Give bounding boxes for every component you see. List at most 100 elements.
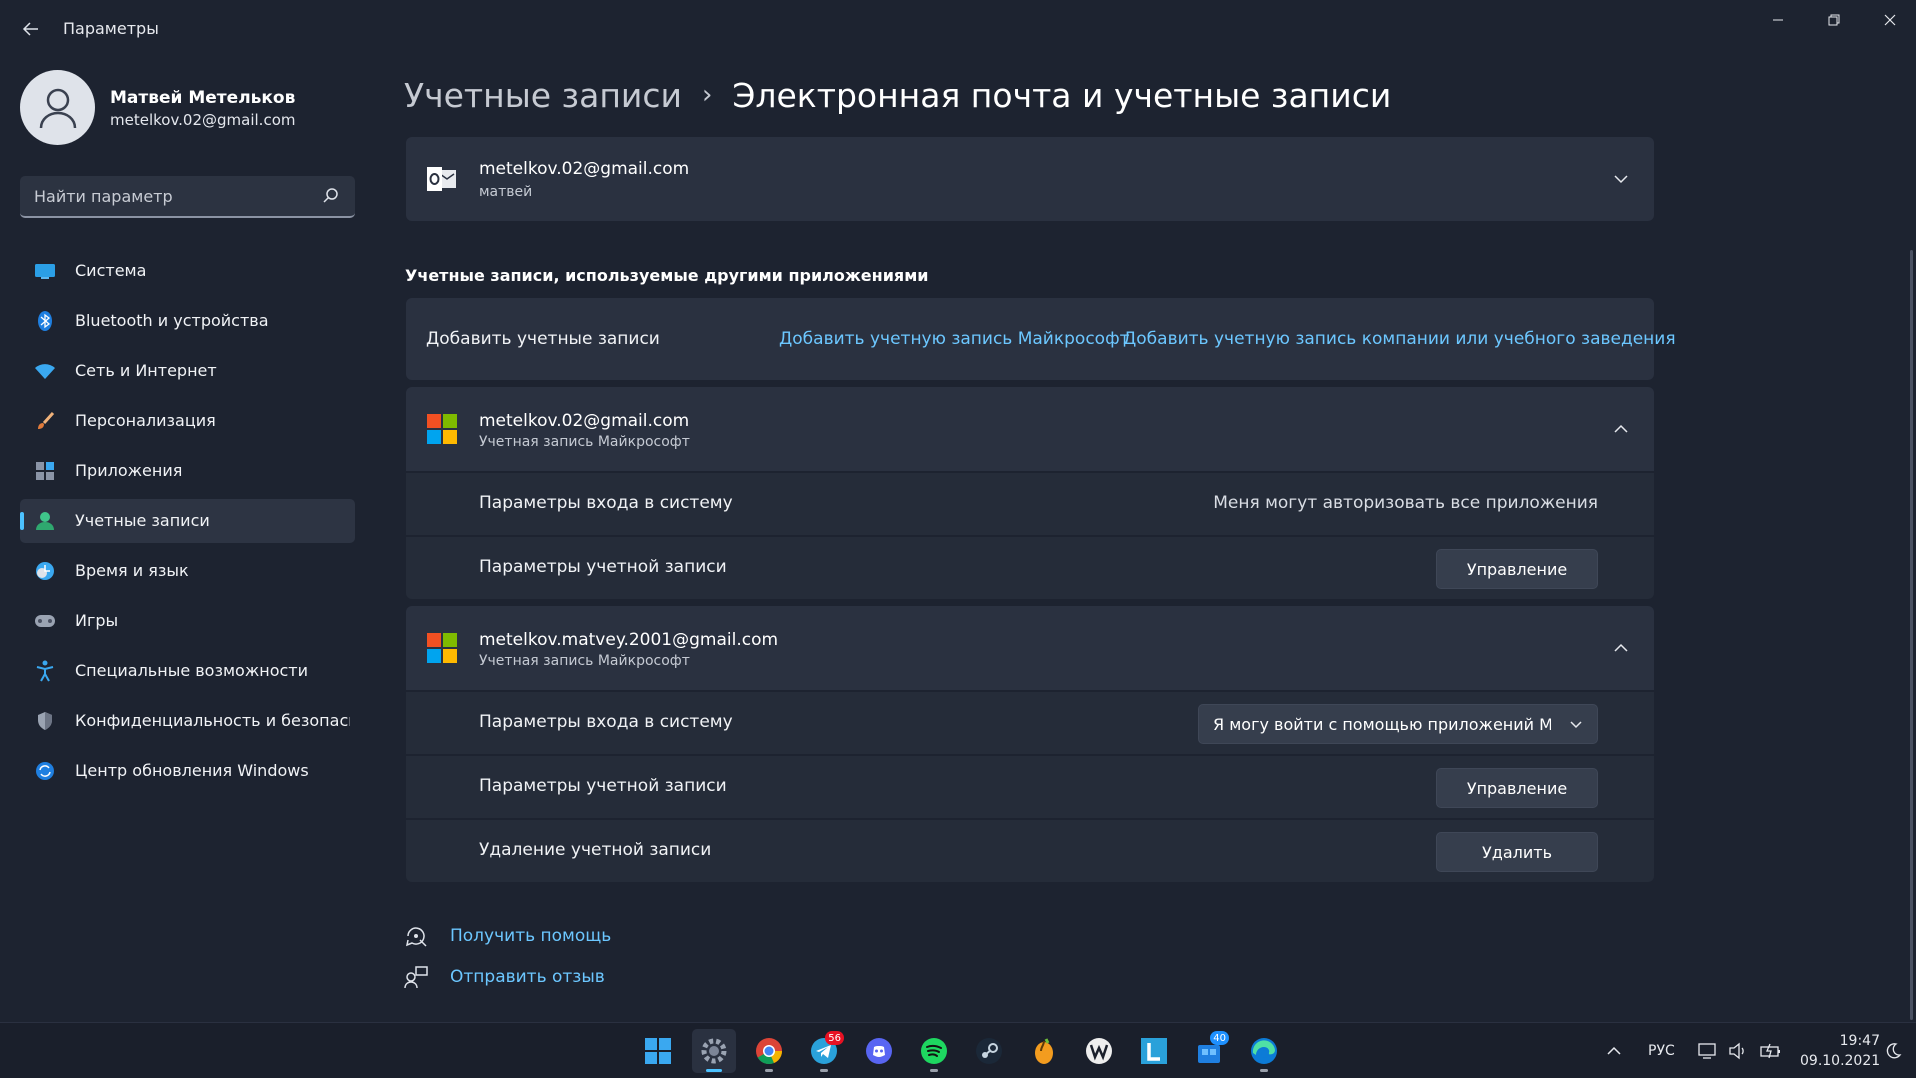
breadcrumb-separator: › bbox=[701, 80, 713, 110]
account-header[interactable]: metelkov.02@gmail.com Учетная запись Май… bbox=[406, 387, 1654, 471]
notification-badge: 40 bbox=[1210, 1031, 1229, 1045]
sidebar-item-gaming[interactable]: Игры bbox=[20, 599, 355, 643]
signin-options-dropdown[interactable]: Я могу войти с помощью приложений Майкро… bbox=[1198, 704, 1598, 744]
sidebar-item-system[interactable]: Система bbox=[20, 249, 355, 293]
sidebar-item-label: Конфиденциальность и безопасность bbox=[75, 711, 350, 730]
language-indicator[interactable]: РУС bbox=[1648, 1023, 1675, 1078]
taskbar-spotify[interactable] bbox=[912, 1029, 956, 1073]
taskbar-wolfram[interactable] bbox=[1077, 1029, 1121, 1073]
sidebar-item-label: Персонализация bbox=[75, 411, 216, 430]
running-indicator bbox=[1260, 1069, 1268, 1072]
brush-icon bbox=[34, 410, 56, 432]
outlook-account-card[interactable]: metelkov.02@gmail.com матвей bbox=[406, 137, 1654, 221]
edge-icon bbox=[1251, 1038, 1277, 1064]
bluetooth-icon bbox=[34, 310, 56, 332]
account-header[interactable]: metelkov.matvey.2001@gmail.com Учетная з… bbox=[406, 606, 1654, 690]
expand-button[interactable] bbox=[1606, 164, 1636, 194]
get-help-text[interactable]: Получить помощь bbox=[450, 926, 611, 946]
accounts-icon bbox=[34, 510, 56, 532]
send-feedback-text[interactable]: Отправить отзыв bbox=[450, 967, 605, 987]
profile-email: metelkov.02@gmail.com bbox=[110, 111, 296, 129]
taskbar-settings[interactable] bbox=[692, 1029, 736, 1073]
taskbar-start-button[interactable] bbox=[636, 1029, 680, 1073]
back-button[interactable] bbox=[14, 14, 48, 44]
taskbar-chrome[interactable] bbox=[747, 1029, 791, 1073]
taskbar-store[interactable]: 40 bbox=[1187, 1029, 1231, 1073]
signin-options-row: Параметры входа в систему Я могу войти с… bbox=[406, 692, 1654, 754]
manage-button[interactable]: Управление bbox=[1436, 549, 1598, 589]
notification-badge: 56 bbox=[825, 1031, 844, 1045]
fl-studio-icon bbox=[1035, 1038, 1053, 1064]
clock-date: 09.10.2021 bbox=[1800, 1053, 1881, 1069]
restore-icon bbox=[1828, 14, 1840, 26]
account-block-2: metelkov.matvey.2001@gmail.com Учетная з… bbox=[406, 606, 1654, 882]
taskbar-l-app[interactable] bbox=[1132, 1029, 1176, 1073]
outlook-account-email: metelkov.02@gmail.com bbox=[479, 159, 690, 179]
add-work-account-link[interactable]: Добавить учетную запись компании или уче… bbox=[1123, 329, 1676, 349]
taskbar-steam[interactable] bbox=[967, 1029, 1011, 1073]
sidebar-item-accessibility[interactable]: Специальные возможности bbox=[20, 649, 355, 693]
outlook-icon bbox=[427, 167, 456, 191]
sidebar-item-label: Специальные возможности bbox=[75, 661, 309, 680]
sidebar-nav: Система Bluetooth и устройства Сеть и Ин… bbox=[20, 249, 355, 799]
chevron-down-icon bbox=[1570, 721, 1582, 729]
start-icon bbox=[645, 1038, 671, 1064]
tray-battery[interactable] bbox=[1760, 1023, 1782, 1078]
send-feedback-link[interactable]: Отправить отзыв bbox=[404, 964, 605, 990]
tray-overflow-button[interactable] bbox=[1606, 1023, 1622, 1078]
sidebar-item-bluetooth[interactable]: Bluetooth и устройства bbox=[20, 299, 355, 343]
tray-network[interactable] bbox=[1698, 1023, 1718, 1078]
app-title: Параметры bbox=[63, 19, 159, 38]
sidebar-item-label: Игры bbox=[75, 611, 119, 630]
add-microsoft-account-link[interactable]: Добавить учетную запись Майкрософт bbox=[779, 329, 1130, 349]
collapse-button[interactable] bbox=[1606, 633, 1636, 663]
taskbar-edge[interactable] bbox=[1242, 1029, 1286, 1073]
breadcrumb-parent[interactable]: Учетные записи bbox=[404, 76, 682, 115]
minimize-button[interactable] bbox=[1750, 4, 1806, 36]
network-icon bbox=[1698, 1043, 1716, 1059]
search-input[interactable] bbox=[20, 176, 310, 216]
signin-options-label: Параметры входа в систему bbox=[479, 712, 733, 732]
system-icon bbox=[34, 260, 56, 282]
sidebar-item-windows-update[interactable]: Центр обновления Windows bbox=[20, 749, 355, 793]
taskbar-telegram[interactable]: 56 bbox=[802, 1029, 846, 1073]
signin-options-label: Параметры входа в систему bbox=[479, 493, 733, 513]
microsoft-logo-icon bbox=[427, 414, 457, 444]
moon-icon bbox=[1886, 1043, 1902, 1059]
get-help-link[interactable]: Получить помощь bbox=[404, 923, 611, 949]
wolfram-icon bbox=[1086, 1038, 1112, 1064]
page-title: Электронная почта и учетные записи bbox=[732, 75, 1392, 115]
outlook-account-name: матвей bbox=[479, 184, 533, 200]
sidebar-item-privacy[interactable]: Конфиденциальность и безопасность bbox=[20, 699, 355, 743]
shield-icon bbox=[34, 710, 56, 732]
clock-time: 19:47 bbox=[1839, 1033, 1880, 1049]
chevron-up-icon bbox=[1607, 1046, 1621, 1055]
search-icon[interactable] bbox=[321, 186, 341, 206]
tray-volume[interactable] bbox=[1728, 1023, 1748, 1078]
sidebar-item-personalization[interactable]: Персонализация bbox=[20, 399, 355, 443]
running-indicator bbox=[930, 1069, 938, 1072]
sidebar-item-accounts[interactable]: Учетные записи bbox=[20, 499, 355, 543]
user-profile[interactable]: Матвей Метельков metelkov.02@gmail.com bbox=[20, 70, 350, 146]
manage-button[interactable]: Управление bbox=[1436, 768, 1598, 808]
chevron-down-icon bbox=[1614, 175, 1628, 184]
avatar[interactable] bbox=[20, 70, 95, 145]
add-accounts-label: Добавить учетные записи bbox=[426, 329, 660, 349]
taskbar-discord[interactable] bbox=[857, 1029, 901, 1073]
scrollbar[interactable] bbox=[1910, 250, 1913, 1020]
sidebar-item-network[interactable]: Сеть и Интернет bbox=[20, 349, 355, 393]
tray-focus-assist[interactable] bbox=[1884, 1023, 1902, 1078]
running-indicator bbox=[765, 1069, 773, 1072]
close-button[interactable] bbox=[1862, 4, 1916, 36]
signin-options-row: Параметры входа в систему Меня могут авт… bbox=[406, 473, 1654, 535]
sidebar-item-apps[interactable]: Приложения bbox=[20, 449, 355, 493]
collapse-button[interactable] bbox=[1606, 414, 1636, 444]
volume-icon bbox=[1729, 1042, 1744, 1060]
steam-icon bbox=[976, 1038, 1002, 1064]
taskbar-fl-studio[interactable] bbox=[1022, 1029, 1066, 1073]
remove-button[interactable]: Удалить bbox=[1436, 832, 1598, 872]
clock[interactable]: 19:47 09.10.2021 bbox=[1800, 1031, 1880, 1071]
restore-button[interactable] bbox=[1806, 4, 1862, 36]
sidebar-item-time-language[interactable]: Время и язык bbox=[20, 549, 355, 593]
close-icon bbox=[1884, 14, 1896, 26]
